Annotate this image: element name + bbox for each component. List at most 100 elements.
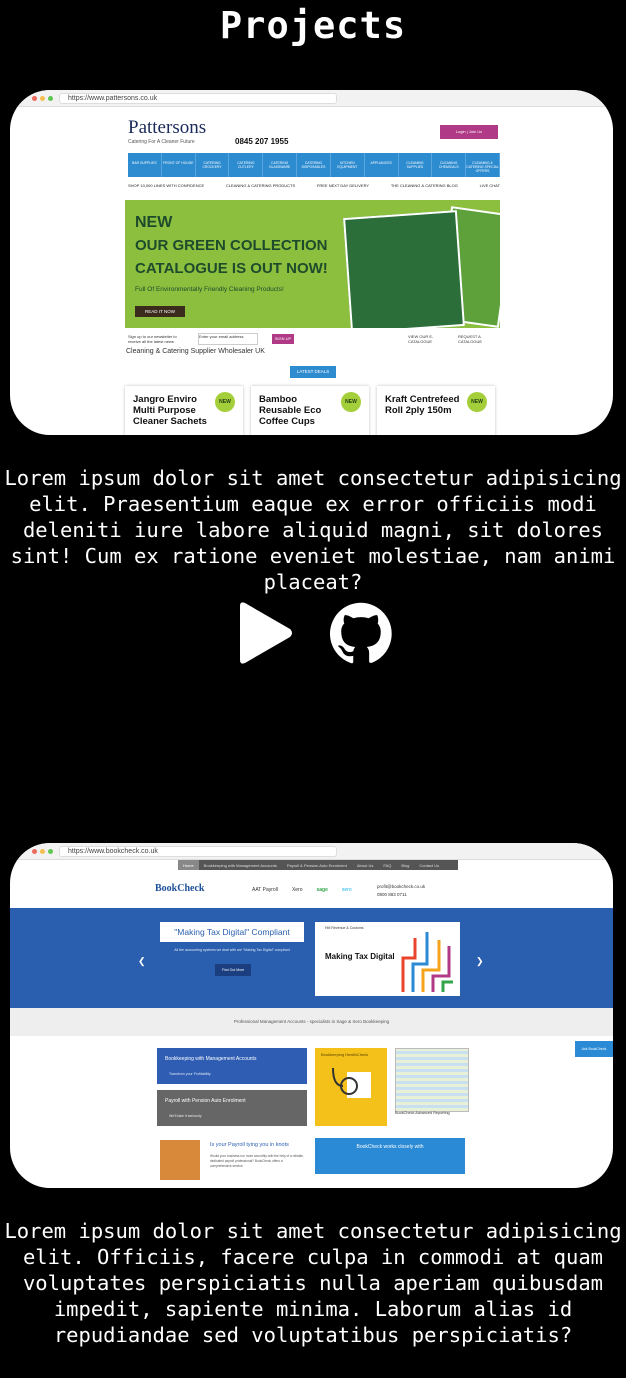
partner-logos: AAT Payroll Xero sage xero: [252, 887, 352, 893]
service-title: Payroll with Pension Auto Enrolment: [165, 1098, 246, 1104]
site-header: BookCheck AAT Payroll Xero sage xero pro…: [10, 873, 613, 908]
partner-logo: sage: [316, 887, 328, 893]
usp-bar: SHOP 10,000 LINES WITH CONFIDENCE CLEANI…: [128, 183, 500, 188]
nav-item: About Us: [356, 863, 374, 868]
usp-item: CLEANING & CATERING PRODUCTS: [225, 183, 296, 188]
product-title: Kraft Centrefeed Roll 2ply 150m: [385, 394, 460, 416]
payroll-title: Is your Payroll tying you in knots: [210, 1142, 289, 1148]
service-subtitle: We'll take it seriously: [169, 1114, 202, 1118]
banner-new: NEW: [135, 214, 173, 231]
logo-name: Pattersons: [128, 117, 207, 138]
site-nav: Bar Supplies Front of House Catering Cro…: [128, 153, 500, 177]
contact-email: profit@bookcheck.co.uk: [377, 884, 426, 889]
service-card: Payroll with Pension Auto Enrolment We'l…: [157, 1090, 307, 1126]
nav-item: Cleaning & Catering Special Offers: [466, 153, 500, 177]
partner-logo: xero: [341, 887, 352, 893]
new-badge: NEW: [467, 392, 487, 412]
product-title: Jangro Enviro Multi Purpose Cleaner Sach…: [133, 394, 207, 427]
phone-number: 0845 207 1955: [235, 137, 289, 146]
request-catalogue: REQUEST A CATALOGUE: [458, 334, 483, 344]
hero-button: Find Out More: [215, 964, 251, 976]
newsletter-signup: Sign up to our newsletter to receive all…: [128, 333, 500, 345]
nav-item: Cleaning Chemicals: [432, 153, 467, 177]
play-icon[interactable]: [236, 600, 296, 666]
project-screenshot-bookcheck[interactable]: https://www.bookcheck.co.uk Home Bookkee…: [10, 843, 613, 1188]
catalogue-image: [343, 210, 465, 328]
nav-item: Appliances: [365, 153, 399, 177]
banner-button: READ IT NOW: [135, 306, 185, 317]
arrows-graphic: [401, 932, 453, 992]
nav-item: Blog: [401, 863, 410, 868]
works-with-title: BookCheck works closely with: [356, 1144, 424, 1150]
site-logo: Pattersons Catering For A Cleaner Future: [128, 117, 208, 145]
browser-url: https://www.pattersons.co.uk: [59, 92, 337, 104]
chevron-left-icon: ❮: [138, 956, 146, 966]
product-card: Kraft Centrefeed Roll 2ply 150m NEW: [377, 386, 495, 435]
nav-item: Payroll & Pension Auto Enrolment: [286, 863, 347, 868]
usp-item: FREE NEXT DAY DELIVERY: [316, 183, 370, 188]
nav-item: Catering Glassware: [263, 153, 298, 177]
site-tagline: Cleaning & Catering Supplier Wholesaler …: [126, 348, 265, 355]
project-screenshot-pattersons[interactable]: https://www.pattersons.co.uk Pattersons …: [10, 90, 613, 435]
healthcheck-card: Bookkeeping HealthCheck: [315, 1048, 387, 1126]
banner-line-2: CATALOGUE IS OUT NOW!: [135, 260, 328, 277]
window-controls: [32, 848, 53, 854]
product-title: Bamboo Reusable Eco Coffee Cups: [259, 394, 322, 427]
signup-button: SIGN UP: [272, 334, 294, 344]
contact-info: profit@bookcheck.co.uk 0800 883 0711: [377, 883, 425, 899]
chevron-right-icon: ❯: [476, 956, 484, 966]
specialists-strip: Professional Management Accounts - speci…: [10, 1008, 613, 1036]
product-card: Jangro Enviro Multi Purpose Cleaner Sach…: [125, 386, 243, 435]
logo-tagline: Catering For A Cleaner Future: [128, 139, 195, 145]
project-description: Lorem ipsum dolor sit amet consectetur a…: [4, 1219, 622, 1347]
project-links: [0, 600, 626, 666]
page-title: Projects: [219, 4, 407, 47]
signup-text: Sign up to our newsletter to receive all…: [128, 334, 177, 344]
hero-slider: ❮ "Making Tax Digital" Compliant All the…: [10, 908, 613, 1008]
window-controls: [32, 95, 53, 101]
partner-logo: AAT Payroll: [252, 887, 278, 893]
nav-item: Contact Us: [419, 863, 440, 868]
stethoscope-icon: [332, 1067, 371, 1098]
nav-item: Kitchen Equipment: [331, 153, 365, 177]
nav-item: FAQ: [383, 863, 392, 868]
ask-bookcheck-tab: Ask BookCheck: [575, 1041, 613, 1057]
nav-item: Front of House: [162, 153, 196, 177]
service-title: Bookkeeping with Management Accounts: [165, 1056, 257, 1062]
new-badge: NEW: [215, 392, 235, 412]
site-nav: Home Bookkeeping with Management Account…: [178, 860, 458, 870]
nav-item: Catering Crockery: [196, 153, 230, 177]
payroll-book-image: [160, 1140, 200, 1180]
nav-item: Bar Supplies: [128, 153, 162, 177]
hmrc-card: HM Revenue & Customs Making Tax Digital: [315, 922, 460, 996]
usp-item: SHOP 10,000 LINES WITH CONFIDENCE: [128, 183, 205, 188]
nav-item: Catering Cutlery: [229, 153, 264, 177]
nav-item: Bookkeeping with Management Accounts: [203, 863, 277, 868]
new-badge: NEW: [341, 392, 361, 412]
service-card: Bookkeeping with Management Accounts Tra…: [157, 1048, 307, 1084]
works-with-banner: BookCheck works closely with: [315, 1138, 465, 1174]
hmrc-label: HM Revenue & Customs: [325, 926, 364, 930]
nav-item: Home: [178, 860, 199, 870]
browser-url-bar: https://www.bookcheck.co.uk: [10, 843, 613, 860]
github-icon[interactable]: [329, 600, 392, 666]
site-logo: BookCheck: [155, 883, 205, 894]
payroll-promo: Is your Payroll tying you in knots Would…: [160, 1138, 310, 1188]
product-cards: Jangro Enviro Multi Purpose Cleaner Sach…: [125, 386, 510, 435]
healthcheck-title: Bookkeeping HealthCheck: [321, 1052, 369, 1057]
signup-field: Enter your email address: [198, 333, 258, 345]
browser-url-bar: https://www.pattersons.co.uk: [10, 90, 613, 107]
hmrc-title: Making Tax Digital: [325, 952, 395, 961]
hero-subtitle: All the accounting systems we deal with …: [174, 948, 290, 952]
view-catalogue: VIEW OUR E-CATALOGUE: [408, 334, 434, 344]
payroll-text: Would your business run more smoothly wi…: [210, 1154, 304, 1168]
report-title: BookCheck Advanced Reporting: [395, 1111, 450, 1115]
hero-banner: NEW OUR GREEN COLLECTION CATALOGUE IS OU…: [125, 200, 500, 328]
nav-item: Cleaning Supplies: [399, 153, 433, 177]
usp-item: LIVE CHAT: [479, 183, 500, 188]
hero-title: "Making Tax Digital" Compliant: [160, 922, 304, 942]
banner-subtitle: Full Of Environmentally Friendly Cleanin…: [135, 286, 284, 293]
latest-deals-label: LATEST DEALS: [290, 366, 336, 378]
usp-item: THE CLEANING & CATERING BLOG: [390, 183, 458, 188]
login-button: Login | Join Us: [440, 125, 498, 139]
